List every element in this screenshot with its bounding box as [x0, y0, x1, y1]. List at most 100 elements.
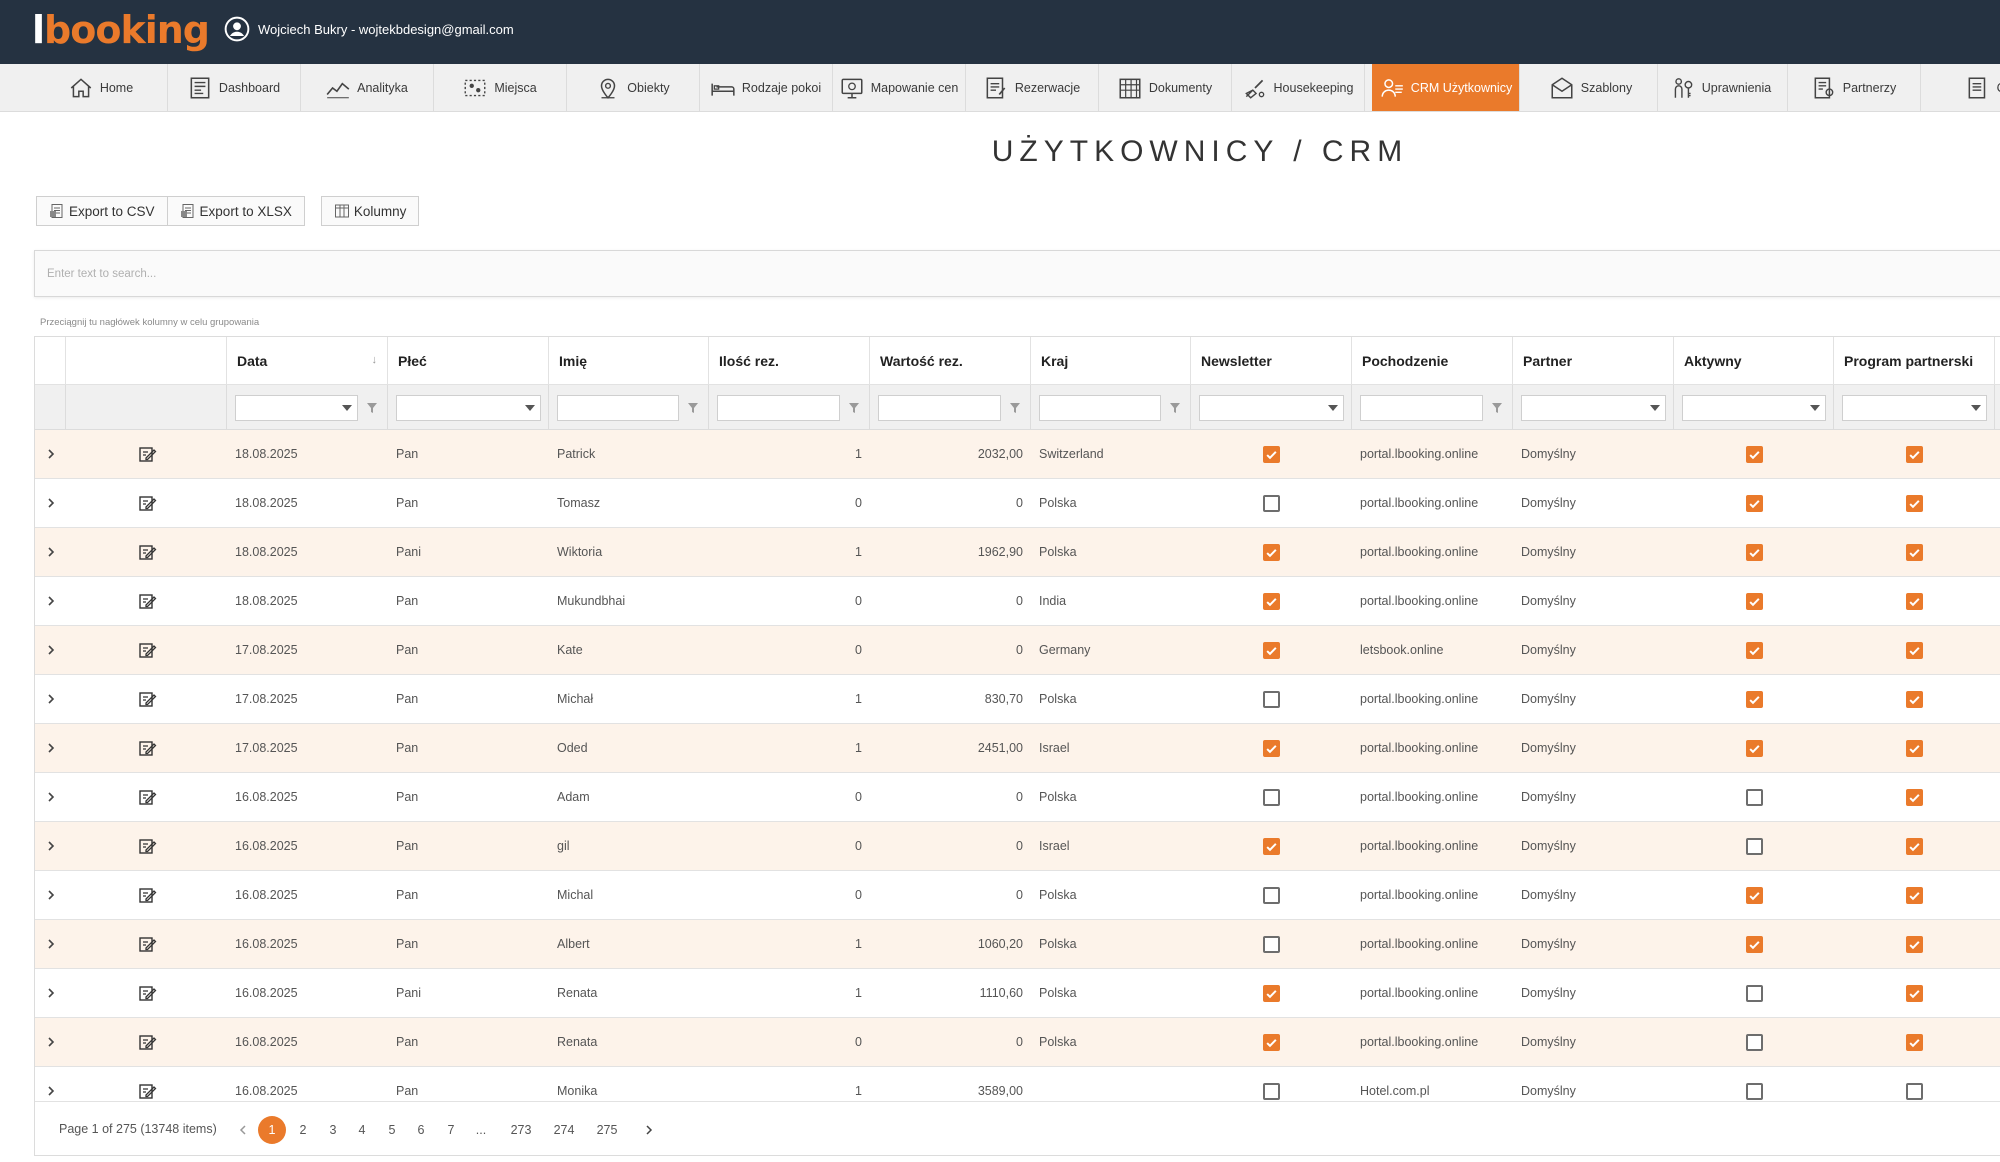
nav-item-szablony[interactable]: Szablony — [1524, 64, 1658, 111]
column-header-gender[interactable]: Płeć — [388, 337, 549, 385]
nav-item-rodzaje-pokoi[interactable]: Rodzaje pokoi — [699, 64, 833, 111]
row-edit-button[interactable] — [66, 626, 227, 674]
table-row[interactable]: 16.08.2025 Pani Renata 1 1110,60 Polska portal… — [35, 969, 2000, 1018]
checkbox-checked[interactable] — [1263, 1033, 1280, 1051]
pager-page-button[interactable]: 4 — [348, 1116, 376, 1144]
checkbox-unchecked[interactable] — [1263, 788, 1280, 806]
checkbox-checked[interactable] — [1745, 935, 1763, 953]
row-expand-button[interactable] — [35, 724, 66, 772]
filter-input[interactable] — [1039, 395, 1161, 421]
row-edit-button[interactable] — [66, 479, 227, 527]
row-expand-button[interactable] — [35, 969, 66, 1017]
filter-select[interactable] — [1199, 395, 1344, 421]
filter-select[interactable] — [396, 395, 541, 421]
checkbox-checked[interactable] — [1906, 494, 1923, 512]
filter-select[interactable] — [1682, 395, 1826, 421]
checkbox-checked[interactable] — [1745, 886, 1763, 904]
checkbox-checked[interactable] — [1745, 494, 1763, 512]
checkbox-checked[interactable] — [1906, 445, 1923, 463]
pager-prev-button[interactable] — [229, 1116, 257, 1144]
column-header-date[interactable]: Data ↓ — [227, 337, 388, 385]
row-expand-button[interactable] — [35, 920, 66, 968]
filter-funnel-icon[interactable] — [848, 402, 860, 414]
checkbox-checked[interactable] — [1906, 592, 1923, 610]
row-edit-button[interactable] — [66, 822, 227, 870]
checkbox-unchecked[interactable] — [1745, 837, 1763, 855]
column-header-newsletter[interactable]: Newsletter — [1191, 337, 1352, 385]
sort-desc-icon[interactable]: ↓ — [372, 354, 378, 366]
row-edit-button[interactable] — [66, 969, 227, 1017]
row-expand-button[interactable] — [35, 675, 66, 723]
checkbox-checked[interactable] — [1906, 935, 1923, 953]
pager-page-button[interactable]: 2 — [289, 1116, 317, 1144]
table-row[interactable]: 16.08.2025 Pan Adam 0 0 Polska portal.lbooking… — [35, 773, 2000, 822]
nav-item-obiekty[interactable]: Obiekty — [566, 64, 700, 111]
row-edit-button[interactable] — [66, 773, 227, 821]
row-expand-button[interactable] — [35, 871, 66, 919]
user-menu[interactable]: Wojciech Bukry - wojtekbdesign@gmail.com — [224, 14, 514, 44]
checkbox-checked[interactable] — [1745, 592, 1763, 610]
table-row[interactable]: 16.08.2025 Pan gil 0 0 Israel portal.lbooking.… — [35, 822, 2000, 871]
row-edit-button[interactable] — [66, 675, 227, 723]
checkbox-unchecked[interactable] — [1906, 1082, 1923, 1100]
pager-page-button[interactable]: 6 — [407, 1116, 435, 1144]
row-edit-button[interactable] — [66, 724, 227, 772]
checkbox-checked[interactable] — [1906, 788, 1923, 806]
checkbox-checked[interactable] — [1263, 739, 1280, 757]
checkbox-checked[interactable] — [1263, 984, 1280, 1002]
table-row[interactable]: 18.08.2025 Pan Tomasz 0 0 Polska portal.lbooki… — [35, 479, 2000, 528]
table-row[interactable]: 18.08.2025 Pan Patrick 1 2032,00 Switzerland p… — [35, 430, 2000, 479]
checkbox-unchecked[interactable] — [1745, 788, 1763, 806]
checkbox-checked[interactable] — [1906, 1033, 1923, 1051]
checkbox-unchecked[interactable] — [1263, 690, 1280, 708]
nav-item-crm-użytkownicy[interactable]: CRM Użytkownicy — [1372, 64, 1520, 111]
column-header-country[interactable]: Kraj — [1031, 337, 1191, 385]
table-row[interactable]: 18.08.2025 Pani Wiktoria 1 1962,90 Polska port… — [35, 528, 2000, 577]
pager-page-button[interactable]: 3 — [319, 1116, 347, 1144]
table-row[interactable]: 16.08.2025 Pan Michal 0 0 Polska portal.lbooki… — [35, 871, 2000, 920]
export-csv-button[interactable]: Export to CSV — [36, 196, 168, 226]
nav-item-cl[interactable]: Cl — [1920, 64, 2000, 111]
filter-funnel-icon[interactable] — [1169, 402, 1181, 414]
nav-item-rezerwacje[interactable]: Rezerwacje — [965, 64, 1099, 111]
checkbox-checked[interactable] — [1906, 641, 1923, 659]
checkbox-checked[interactable] — [1906, 984, 1923, 1002]
checkbox-unchecked[interactable] — [1745, 984, 1763, 1002]
checkbox-checked[interactable] — [1906, 690, 1923, 708]
filter-select[interactable] — [1842, 395, 1987, 421]
checkbox-unchecked[interactable] — [1263, 935, 1280, 953]
nav-item-mapowanie-cen[interactable]: Mapowanie cen — [832, 64, 966, 111]
checkbox-checked[interactable] — [1745, 641, 1763, 659]
nav-item-partnerzy[interactable]: Partnerzy — [1787, 64, 1921, 111]
pager-page-button[interactable]: 5 — [378, 1116, 406, 1144]
column-header-active[interactable]: Aktywny — [1674, 337, 1834, 385]
checkbox-checked[interactable] — [1906, 543, 1923, 561]
table-row[interactable]: 17.08.2025 Pan Kate 0 0 Germany letsbook.onlin… — [35, 626, 2000, 675]
row-expand-button[interactable] — [35, 528, 66, 576]
filter-input[interactable] — [878, 395, 1001, 421]
checkbox-checked[interactable] — [1263, 837, 1280, 855]
checkbox-unchecked[interactable] — [1263, 1082, 1280, 1100]
table-row[interactable]: 16.08.2025 Pan Albert 1 1060,20 Polska portal.… — [35, 920, 2000, 969]
row-expand-button[interactable] — [35, 626, 66, 674]
column-header-reservations-count[interactable]: Ilość rez. — [709, 337, 870, 385]
pager-page-button[interactable]: 274 — [550, 1116, 578, 1144]
checkbox-checked[interactable] — [1906, 739, 1923, 757]
checkbox-checked[interactable] — [1906, 886, 1923, 904]
checkbox-checked[interactable] — [1263, 641, 1280, 659]
search-input[interactable] — [35, 251, 2000, 296]
table-row[interactable]: 18.08.2025 Pan Mukundbhai 0 0 India portal.lbo… — [35, 577, 2000, 626]
filter-funnel-icon[interactable] — [1491, 402, 1503, 414]
checkbox-unchecked[interactable] — [1263, 494, 1280, 512]
row-expand-button[interactable] — [35, 479, 66, 527]
nav-item-dashboard[interactable]: Dashboard — [167, 64, 301, 111]
checkbox-unchecked[interactable] — [1745, 1082, 1763, 1100]
row-expand-button[interactable] — [35, 577, 66, 625]
checkbox-checked[interactable] — [1745, 445, 1763, 463]
export-xlsx-button[interactable]: Export to XLSX — [167, 196, 305, 226]
nav-item-analityka[interactable]: Analityka — [300, 64, 434, 111]
column-header-first-name[interactable]: Imię — [549, 337, 709, 385]
checkbox-checked[interactable] — [1263, 543, 1280, 561]
pager-page-button[interactable]: 275 — [593, 1116, 621, 1144]
table-row[interactable]: 17.08.2025 Pan Oded 1 2451,00 Israel portal.lb… — [35, 724, 2000, 773]
